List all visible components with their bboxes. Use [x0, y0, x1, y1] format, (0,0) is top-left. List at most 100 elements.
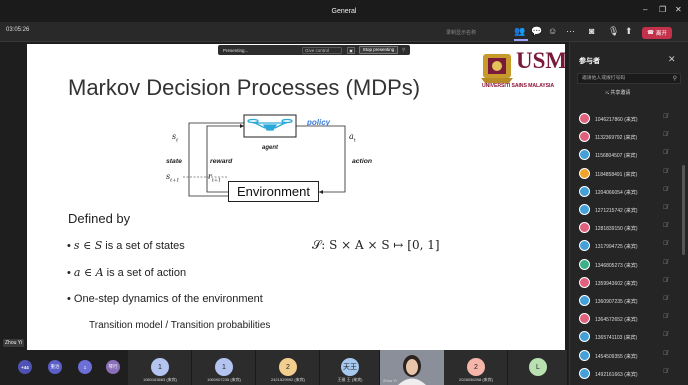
tile-name: Zhou Yi	[383, 378, 397, 383]
share-icon[interactable]: ⬆	[625, 26, 633, 37]
participant-row[interactable]: 1360907235 (来宾) 🎙̸	[579, 294, 679, 308]
participant-row[interactable]: 1271215742 (来宾) 🎙̸	[579, 203, 679, 217]
include-audio-icon[interactable]: ▣	[347, 46, 355, 54]
people-icon[interactable]: 👥	[514, 26, 525, 37]
search-icon: ⚲	[672, 76, 677, 82]
people-active-indicator	[514, 39, 528, 41]
mic-muted-icon: 🎙̸	[663, 332, 668, 339]
video-tile[interactable]: 1 1060907235 (来宾)	[192, 350, 256, 385]
video-tile[interactable]: L	[508, 350, 568, 385]
participant-row[interactable]: 1281839150 (来宾) 🎙̸	[579, 221, 679, 235]
mic-muted-icon: 🎙̸	[663, 186, 668, 193]
give-control-dropdown[interactable]: Give control	[302, 46, 342, 54]
mic-muted-icon: 🎙̸	[663, 296, 668, 302]
video-tile[interactable]: 天王 王维 王 (来宾)	[320, 350, 380, 385]
mic-muted-icon: 🎙̸	[663, 368, 668, 375]
mic-off-icon[interactable]: 🎙	[608, 26, 619, 37]
tile-avatar: 天王	[341, 358, 359, 376]
meeting-toolbar: 03:05:26 录制显示名称 👥 💬 ☺ ⋯ ◙ 🎙 ⬆ ☎ 离开	[0, 22, 688, 42]
mic-muted-icon: 🎙̸	[663, 241, 668, 248]
close-window-button[interactable]: ✕	[675, 5, 682, 14]
participant-row[interactable]: 1046217860 (来宾) 🎙̸	[579, 112, 679, 126]
participant-row[interactable]: 1132369792 (来宾) 🎙̸	[579, 130, 679, 144]
tile-name: 1060907235 (来宾)	[206, 377, 242, 382]
gallery-avatar[interactable]: 琴行	[106, 360, 120, 374]
tile-name: 1080163663 (来宾)	[142, 377, 178, 382]
participant-row[interactable]: 1364572652 (来宾) 🎙̸	[579, 312, 679, 326]
more-icon[interactable]: ⋯	[566, 26, 575, 37]
participant-name: 1132369792 (来宾)	[595, 135, 638, 142]
presenting-label: Presenting...	[223, 47, 249, 53]
participant-avatar	[579, 167, 590, 179]
bullet-states: • s ∈ S is a set of states	[67, 239, 185, 252]
participant-row[interactable]: 1454509355 (来宾) 🎙̸	[579, 349, 679, 363]
maximize-button[interactable]: ❐	[659, 5, 666, 14]
participant-name: 1454509355 (来宾)	[595, 353, 638, 360]
participant-row[interactable]: 1156804507 (来宾) 🎙̸	[579, 148, 679, 162]
meeting-timer: 03:05:26	[6, 27, 30, 33]
participant-row[interactable]: 1184858491 (来宾) 🎙̸	[579, 167, 679, 181]
video-tile-active-speaker[interactable]: Zhou Yi	[380, 350, 444, 385]
mic-muted-icon: 🎙̸	[663, 223, 668, 230]
video-tile[interactable]: 2 2028056398 (来宾)	[444, 350, 508, 385]
react-icon[interactable]: ☺	[548, 26, 557, 36]
participant-name: 1365741103 (来宾)	[595, 335, 638, 342]
tile-name: 王维 王 (来宾)	[337, 377, 363, 382]
mic-muted-icon: 🎙̸	[663, 259, 668, 266]
participant-row[interactable]: 1365741103 (来宾) 🎙̸	[579, 330, 679, 344]
environment-box: Environment	[228, 181, 319, 202]
camera-off-icon[interactable]: ◙	[589, 26, 594, 36]
mic-muted-icon: 🎙̸	[663, 205, 668, 211]
participant-avatar	[579, 204, 590, 215]
stop-presenting-button[interactable]: Stop presenting	[359, 46, 398, 54]
transition-formula: 𝒮: S × A × S ↦ [0, 1]	[312, 238, 440, 252]
participant-name: 1360907235 (来宾)	[595, 299, 638, 305]
mic-muted-icon: 🎙̸	[663, 168, 668, 175]
participant-avatar	[579, 276, 590, 288]
participant-row[interactable]: 1492161663 (来宾) 🎙̸	[579, 367, 679, 381]
tile-name: 2421529992 (来宾)	[270, 377, 306, 382]
share-invite-button[interactable]: ⤯ 共享邀请	[605, 89, 630, 96]
bullet-dynamics-text: One-step dynamics of the environment	[73, 293, 263, 305]
participant-name: 1281839150 (来宾)	[595, 226, 638, 233]
participant-avatar	[579, 367, 590, 379]
action-label: action	[352, 158, 373, 165]
bullet-states-text: is a set of states	[102, 240, 185, 252]
invite-search-input[interactable]: 邀请他人或拨打号码 ⚲	[577, 73, 681, 84]
participant-row[interactable]: 1346805273 (来宾) 🎙̸	[579, 258, 679, 272]
participant-row[interactable]: 1204066054 (来宾) 🎙̸	[579, 185, 679, 199]
participants-panel: 参与者 ✕ 邀请他人或拨打号码 ⚲ ⤯ 共享邀请 1046217860 (来宾)…	[569, 42, 688, 385]
chat-icon[interactable]: 💬	[531, 26, 542, 37]
mic-muted-icon: 🎙̸	[663, 150, 668, 157]
mic-muted-icon: 🎙̸	[663, 314, 668, 321]
leave-button[interactable]: ☎ 离开	[642, 27, 672, 39]
video-tile[interactable]: 1 1080163663 (来宾)	[128, 350, 192, 385]
gallery-avatar[interactable]: 1	[78, 360, 92, 374]
participant-avatar	[579, 113, 590, 124]
participant-name: 1317994725 (来宾)	[595, 244, 638, 251]
pin-icon[interactable]: ⚲	[402, 47, 405, 53]
participant-row[interactable]: 1359943602 (来宾) 🎙̸	[579, 276, 679, 290]
tile-avatar: 1	[215, 358, 233, 376]
tile-avatar: 2	[467, 358, 485, 376]
participant-row[interactable]: 1317994725 (来宾) 🎙̸	[579, 239, 679, 253]
participant-name: 1346805273 (来宾)	[595, 262, 638, 269]
transition-model-text: Transition model / Transition probabilit…	[89, 320, 271, 331]
mic-muted-icon: 🎙̸	[663, 350, 668, 357]
s-t1-subscript: t+1	[170, 177, 180, 184]
s-t1-label: st+1	[166, 172, 180, 184]
participant-avatar	[579, 240, 590, 252]
tile-avatar: 2	[279, 358, 297, 376]
participant-avatar	[579, 331, 590, 343]
panel-scrollbar[interactable]	[682, 165, 685, 255]
bullet-actions-math: a ∈ A	[73, 266, 104, 279]
participant-name: 1364572652 (来宾)	[595, 317, 638, 324]
presenter-toolbar: Presenting... Give control ▣ Stop presen…	[218, 45, 410, 55]
search-placeholder: 邀请他人或拨打号码	[582, 76, 626, 81]
close-icon[interactable]: ✕	[668, 54, 676, 65]
video-tile[interactable]: 2 2421529992 (来宾)	[256, 350, 320, 385]
s-t-label: st	[172, 132, 178, 144]
gallery-avatar[interactable]: 重治	[48, 360, 62, 374]
more-participants-badge[interactable]: +44	[18, 360, 32, 374]
minimize-button[interactable]: –	[643, 5, 647, 14]
